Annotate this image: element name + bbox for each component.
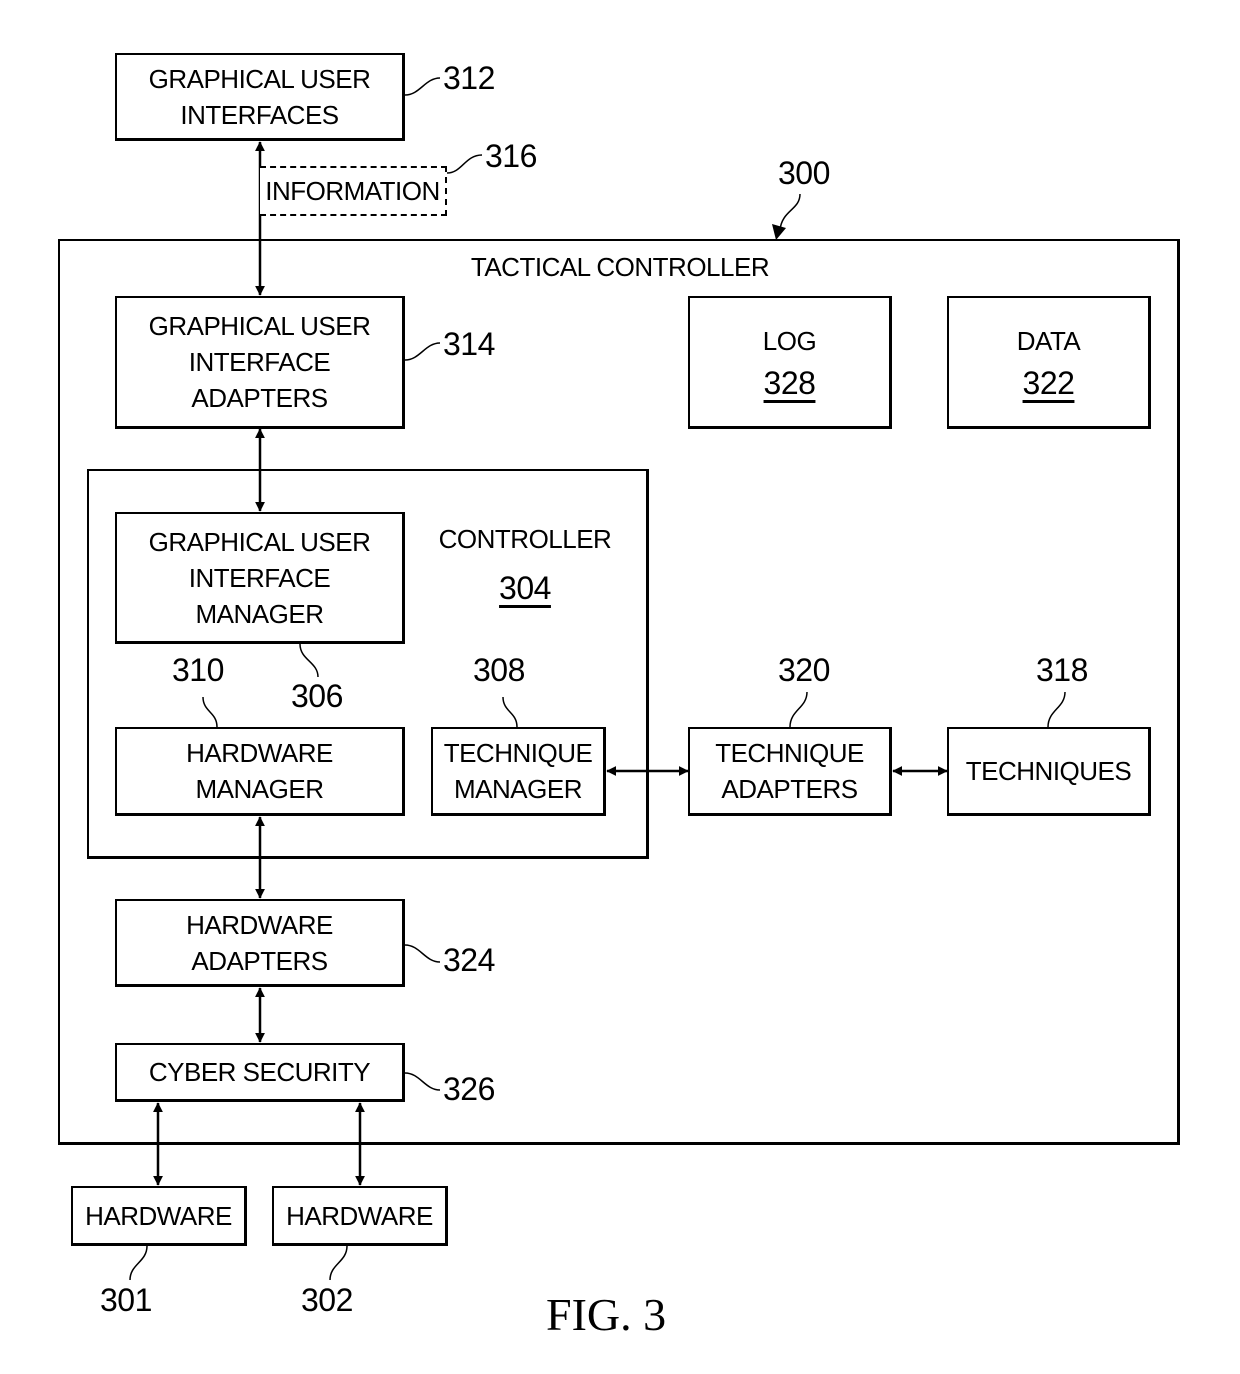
block-label-line: INTERFACE [188, 347, 331, 377]
log-block: LOG 328 [688, 296, 892, 429]
data-label: DATA [1016, 326, 1081, 356]
block-label-line: ADAPTERS [191, 945, 328, 976]
block-label-line: INTERFACE [188, 562, 331, 593]
block-label-line: GRAPHICAL USER [148, 526, 371, 557]
block-label-line: TECHNIQUE [443, 738, 593, 768]
log-label: LOG [762, 326, 817, 356]
data-block: DATA 322 [947, 296, 1151, 429]
ref-328: 328 [763, 365, 816, 401]
leader-312 [404, 77, 441, 96]
block-label-line: HARDWARE [186, 738, 333, 768]
hardware-adapters-block: HARDWARE ADAPTERS [115, 899, 405, 987]
information-label: INFORMATION [265, 175, 440, 206]
ref-326: 326 [443, 1071, 495, 1107]
leader-301 [129, 1245, 148, 1281]
block-label-line: GRAPHICAL USER [148, 63, 371, 94]
block-label-line: TECHNIQUE [715, 738, 864, 768]
cyber-security-label: CYBER SECURITY [148, 1057, 371, 1087]
ref-316: 316 [485, 138, 537, 174]
ref-312: 312 [443, 60, 495, 96]
hardware-301-block: HARDWARE [71, 1186, 247, 1246]
hardware-manager-block: HARDWARE MANAGER [115, 727, 405, 816]
techniques-label: TECHNIQUES [965, 756, 1132, 786]
hardware-label: HARDWARE [286, 1200, 433, 1231]
technique-adapters-block: TECHNIQUE ADAPTERS [688, 727, 892, 816]
figure-label: FIG. 3 [546, 1289, 667, 1340]
block-label-line: ADAPTERS [191, 383, 328, 413]
ref-306: 306 [291, 678, 343, 714]
ref-318: 318 [1036, 652, 1088, 688]
hardware-label: HARDWARE [85, 1200, 232, 1231]
ref-302: 302 [301, 1282, 353, 1318]
tactical-controller-title: TACTICAL CONTROLLER [470, 252, 770, 282]
gui-adapters-block: GRAPHICAL USER INTERFACE ADAPTERS [115, 296, 405, 429]
cyber-security-block: CYBER SECURITY [115, 1043, 405, 1102]
ref-308: 308 [473, 652, 525, 688]
ref-324: 324 [443, 942, 495, 978]
leader-300 [779, 193, 801, 231]
leader-300-arrowhead [772, 224, 786, 240]
ref-300: 300 [778, 155, 830, 191]
gui-manager-block: GRAPHICAL USER INTERFACE MANAGER [115, 512, 405, 644]
block-label-line: ADAPTERS [721, 774, 858, 804]
techniques-block: TECHNIQUES [947, 727, 1151, 816]
block-label-line: INTERFACES [180, 99, 339, 130]
block-label-line: MANAGER [195, 774, 324, 804]
block-label-line: MANAGER [454, 774, 582, 804]
controller-title: CONTROLLER [438, 524, 612, 554]
ref-320: 320 [778, 652, 830, 688]
technique-manager-block: TECHNIQUE MANAGER [431, 727, 606, 816]
leader-316 [446, 154, 483, 174]
leader-302 [329, 1245, 348, 1281]
information-block: INFORMATION [260, 166, 447, 216]
block-label-line: MANAGER [195, 598, 324, 629]
ref-314: 314 [443, 326, 495, 362]
ref-322: 322 [1022, 365, 1075, 401]
block-label-line: GRAPHICAL USER [148, 311, 371, 341]
ref-310: 310 [172, 652, 224, 688]
ref-301: 301 [100, 1282, 152, 1318]
block-label-line: HARDWARE [186, 909, 333, 940]
ref-304: 304 [499, 570, 551, 606]
hardware-302-block: HARDWARE [272, 1186, 448, 1246]
graphical-user-interfaces-block: GRAPHICAL USER INTERFACES [115, 53, 405, 141]
